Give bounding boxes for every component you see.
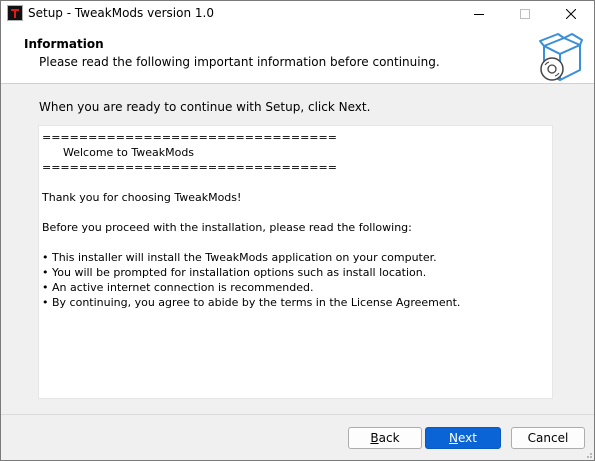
info-text-line: Before you proceed with the installation… xyxy=(42,221,412,234)
page-title: Information xyxy=(24,37,104,51)
page-subtitle: Please read the following important info… xyxy=(39,55,440,69)
maximize-icon xyxy=(520,9,530,19)
info-text-line: • By continuing, you agree to abide by t… xyxy=(42,296,461,309)
next-button-label: Next xyxy=(449,431,477,445)
setup-window: Setup - TweakMods version 1.0 Informatio… xyxy=(0,0,595,461)
app-logo-icon xyxy=(7,5,23,21)
minimize-icon xyxy=(474,14,484,15)
title-bar[interactable]: Setup - TweakMods version 1.0 xyxy=(1,1,594,27)
back-button-label: Back xyxy=(370,431,400,445)
info-text-line: • You will be prompted for installation … xyxy=(42,266,427,279)
next-button[interactable]: Next xyxy=(425,427,501,449)
wizard-header: Information Please read the following im… xyxy=(1,27,594,84)
window-title: Setup - TweakMods version 1.0 xyxy=(28,6,214,20)
cancel-button[interactable]: Cancel xyxy=(511,427,585,449)
info-text-line: • This installer will install the TweakM… xyxy=(42,251,437,264)
resize-grip-icon[interactable] xyxy=(584,450,592,458)
bottom-divider xyxy=(1,414,594,415)
info-text-line: ================================ xyxy=(42,161,337,174)
info-text-box[interactable]: ================================ Welcome… xyxy=(38,125,553,399)
info-text-line: ================================ xyxy=(42,131,337,144)
info-text-line: Welcome to TweakMods xyxy=(42,146,195,159)
close-button[interactable] xyxy=(548,1,594,27)
info-text-line: Thank you for choosing TweakMods! xyxy=(42,191,242,204)
maximize-button[interactable] xyxy=(502,1,548,27)
minimize-button[interactable] xyxy=(456,1,502,27)
installer-box-icon xyxy=(539,33,583,81)
info-text-line: • An active internet connection is recom… xyxy=(42,281,314,294)
cancel-button-label: Cancel xyxy=(527,431,569,445)
back-button[interactable]: Back xyxy=(348,427,422,449)
close-icon xyxy=(566,9,576,19)
continue-instruction: When you are ready to continue with Setu… xyxy=(39,100,371,114)
